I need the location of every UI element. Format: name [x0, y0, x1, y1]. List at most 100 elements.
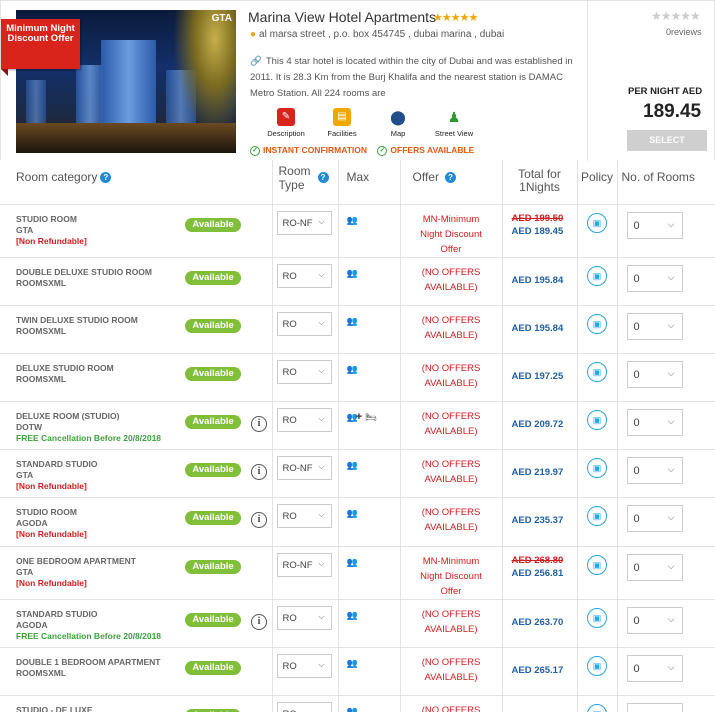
room-type-select[interactable]: RO⌵ — [276, 359, 332, 384]
table-row: STUDIO ROOM GTA [Non Refundable] Available R… — [0, 204, 715, 258]
people-icon: 👥 — [346, 214, 358, 225]
check-icon: ✓ — [250, 145, 260, 156]
action-street-view[interactable]: ♟ Street View — [429, 108, 479, 138]
availability-badge: Available — [185, 559, 241, 574]
reviews-count[interactable]: 0reviews — [666, 27, 702, 37]
room-type-select[interactable]: RO⌵ — [276, 408, 332, 433]
room-price: AED 235.37 — [511, 515, 564, 527]
rooms-count-select[interactable]: 0⌵ — [626, 312, 683, 340]
hotel-stars: ★★★★★ — [433, 12, 478, 24]
action-label: Street View — [434, 129, 474, 138]
chevron-down-icon: ⌵ — [318, 216, 325, 226]
table-row: STUDIO ROOM AGODA [Non Refundable] Availabl… — [0, 497, 715, 547]
info-icon[interactable]: i — [251, 464, 267, 481]
policy-icon[interactable]: ▣ — [587, 361, 607, 382]
room-type-select[interactable]: RO-NF ⌵ — [276, 456, 332, 481]
chevron-down-icon: ⌵ — [318, 269, 325, 279]
policy-cell: ▣ — [577, 546, 618, 600]
select-button[interactable]: SELECT — [627, 130, 707, 151]
policy-icon[interactable]: ▣ — [587, 607, 607, 628]
action-description[interactable]: ✎ Description — [261, 108, 311, 138]
map-pin-icon: ⬤ — [390, 109, 406, 125]
hotel-card-header: GTA Minimum Night Discount Offer Marina … — [0, 0, 715, 161]
rooms-count-select[interactable]: 0⌵ — [626, 211, 683, 239]
room-supplier: GTA — [16, 470, 34, 481]
info-icon[interactable]: i — [251, 416, 267, 433]
policy-icon[interactable]: ▣ — [587, 212, 607, 233]
max-occupancy: 👥 — [338, 449, 401, 499]
room-type-select[interactable]: RO-NF ⌵ — [276, 210, 332, 235]
info-icon[interactable]: i — [251, 613, 267, 630]
chevron-down-icon: ⌵ — [667, 319, 675, 330]
rooms-count-select[interactable]: 0⌵ — [626, 606, 683, 634]
chevron-down-icon: ⌵ — [667, 367, 675, 378]
room-category: DELUXE STUDIO ROOM ROOMSXML Available — [0, 354, 272, 385]
chevron-down-icon: ⌵ — [318, 558, 325, 568]
room-total: AED 195.84 — [502, 305, 578, 354]
room-total: AED 268.80 AED 256.81 — [502, 546, 578, 600]
availability-badge: Available — [185, 511, 241, 526]
availability-badge: Available — [185, 660, 241, 675]
room-total: AED 235.37 — [502, 497, 578, 547]
availability-badge: Available — [185, 270, 241, 285]
room-type-select[interactable]: RO⌵ — [276, 263, 332, 288]
room-total: AED 209.72 — [502, 401, 578, 451]
room-name: STUDIO ROOM — [16, 213, 77, 224]
room-name: TWIN DELUXE STUDIO ROOM — [16, 314, 138, 325]
room-type-select[interactable]: RO⌵ — [276, 653, 332, 678]
room-type-select[interactable]: RO-NF ⌵ — [276, 552, 332, 577]
room-price: AED 263.70 — [511, 616, 564, 628]
room-supplier: DOTW — [16, 422, 42, 433]
action-facilities[interactable]: ▤ Facilities — [317, 108, 367, 138]
availability-badge: Available — [185, 415, 241, 430]
room-price: AED 209.72 — [511, 419, 564, 431]
room-price: AED 265.17 — [511, 664, 564, 676]
table-row: STUDIO - DE LUXEDOTWAvailable RO⌵ 👥 (NO OFF… — [0, 695, 715, 712]
people-icon: 👥 — [346, 315, 358, 326]
header-max: Max — [338, 160, 401, 205]
rooms-count-select[interactable]: 0⌵ — [626, 553, 683, 581]
policy-icon[interactable]: ▣ — [587, 265, 607, 286]
policy-icon[interactable]: ▣ — [587, 410, 607, 431]
room-type-select[interactable]: RO⌵ — [276, 311, 332, 336]
rooms-count-select[interactable]: 0⌵ — [626, 264, 683, 292]
rooms-count-select[interactable]: 0⌵ — [626, 360, 683, 388]
info-icon[interactable]: i — [251, 512, 267, 529]
rooms-count-select[interactable]: 0⌵ — [626, 654, 683, 682]
chevron-down-icon: ⌵ — [667, 560, 675, 571]
room-type-select[interactable]: RO⌵ — [276, 504, 332, 529]
action-map[interactable]: ⬤ Map — [373, 108, 423, 138]
rooms-count-select[interactable]: 0⌵ — [626, 703, 683, 712]
chevron-down-icon: ⌵ — [318, 510, 325, 520]
room-supplier: AGODA — [16, 518, 48, 529]
table-row: DOUBLE 1 BEDROOM APARTMENT ROOMSXML Availa… — [0, 647, 715, 697]
chevron-down-icon: ⌵ — [667, 512, 675, 523]
policy-icon[interactable]: ▣ — [587, 506, 607, 527]
policy-icon[interactable]: ▣ — [587, 554, 607, 575]
discount-ribbon: Minimum Night Discount Offer — [1, 19, 80, 76]
rooms-count-select[interactable]: 0⌵ — [626, 409, 683, 437]
policy-icon[interactable]: ▣ — [587, 458, 607, 479]
policy-icon[interactable]: ▣ — [587, 655, 607, 676]
help-icon[interactable]: ? — [100, 172, 112, 184]
hotel-name[interactable]: Marina View Hotel Apartments — [248, 9, 436, 25]
availability-badge: Available — [185, 366, 241, 381]
policy-icon[interactable]: ▣ — [587, 313, 607, 334]
policy-cell: ▣ — [577, 257, 618, 306]
room-type-select[interactable]: RO⌵ — [276, 702, 332, 712]
old-price: AED 199.50 — [511, 212, 564, 224]
chevron-down-icon: ⌵ — [667, 661, 675, 672]
room-price: AED 197.25 — [511, 370, 564, 382]
policy-icon[interactable]: ▣ — [587, 704, 607, 712]
rooms-count-select[interactable]: 0⌵ — [626, 457, 683, 485]
room-type-select[interactable]: RO⌵ — [276, 605, 332, 630]
chevron-down-icon: ⌵ — [318, 365, 325, 375]
help-icon[interactable]: ? — [444, 172, 456, 184]
offer-text: (NO OFFERS AVAILABLE) — [400, 401, 503, 451]
people-icon: 👥 — [346, 556, 358, 567]
rooms-count-select[interactable]: 0⌵ — [626, 505, 683, 533]
help-icon[interactable]: ? — [317, 172, 329, 183]
room-category: STUDIO - DE LUXEDOTWAvailable — [0, 696, 272, 712]
room-total: AED 195.84 — [502, 257, 578, 306]
chevron-down-icon: ⌵ — [318, 462, 325, 472]
